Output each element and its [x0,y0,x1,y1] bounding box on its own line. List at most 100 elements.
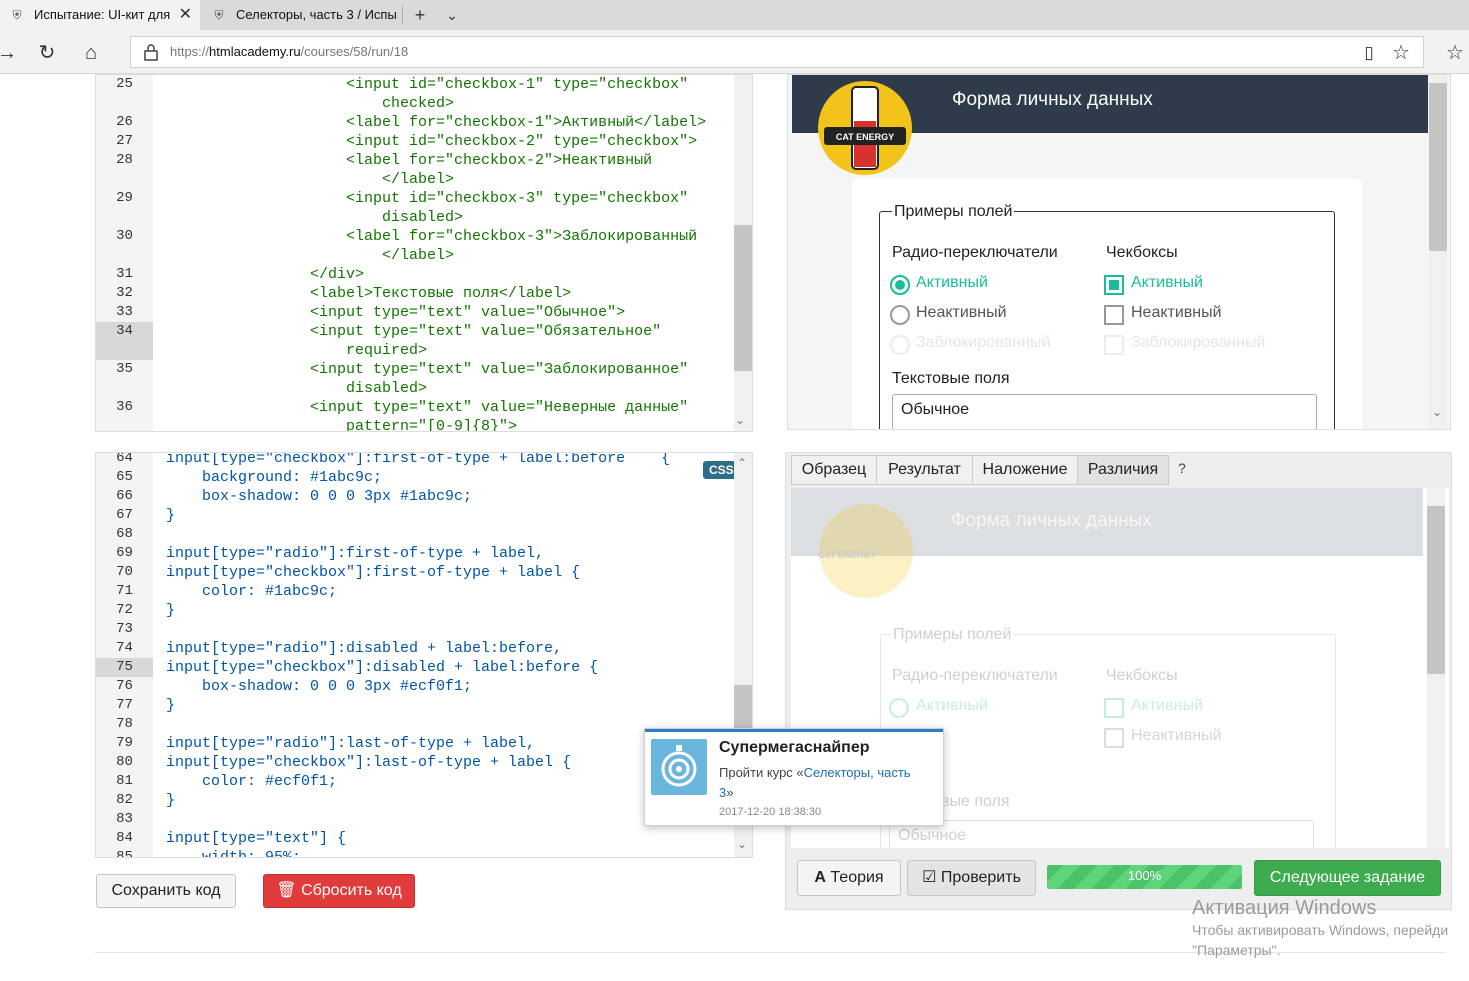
radio-inactive[interactable] [890,305,910,325]
code-line[interactable]: required> [166,341,427,360]
windows-activation-line1: Чтобы активировать Windows, перейди [1192,922,1449,938]
code-line[interactable]: <input id="checkbox-1" type="checkbox" [166,75,688,94]
checkbox-inactive[interactable] [1104,305,1124,325]
scroll-down-icon[interactable]: ⌄ [735,413,745,427]
diff-check-active [1104,698,1124,718]
code-line[interactable]: input[type="checkbox"]:disabled + label:… [166,658,598,677]
code-line[interactable]: color: #ecf0f1; [166,772,337,791]
code-line[interactable]: background: #1abc9c; [166,468,382,487]
scroll-down-icon[interactable]: ⌄ [737,837,747,851]
code-line[interactable]: <input id="checkbox-3" type="checkbox" [166,189,688,208]
preview-title: Форма личных данных [952,89,1153,110]
chevron-down-icon[interactable]: ⌄ [438,0,466,30]
scrollbar-thumb[interactable] [1429,83,1447,251]
line-number: 70 [116,564,133,580]
checkbox-active[interactable] [1104,275,1124,295]
theory-button[interactable]: A Теория [797,860,901,896]
reset-code-button[interactable]: 🗑 Сбросить код [263,874,415,908]
radio-active-label: Активный [916,274,988,291]
code-line[interactable]: disabled> [166,208,463,227]
favorites-icon[interactable]: ☆ [1440,38,1469,68]
scrollbar-thumb[interactable] [1427,506,1445,674]
close-icon[interactable]: ✕ [179,0,192,30]
radio-blocked [890,335,910,355]
code-line[interactable]: box-shadow: 0 0 0 3px #ecf0f1; [166,677,472,696]
help-icon[interactable]: ? [1178,460,1186,476]
code-line[interactable]: </label> [166,246,454,265]
code-line[interactable]: <label for="checkbox-2">Неактивный [166,151,652,170]
progress-bar: 100% [1047,865,1242,889]
line-number: 32 [116,285,133,301]
code-line[interactable]: } [166,791,175,810]
tab-overlay[interactable]: Наложение [972,455,1078,485]
save-code-button[interactable]: Сохранить код [96,874,236,908]
scroll-down-icon[interactable]: ⌄ [1432,405,1442,419]
line-number: 75 [96,658,153,677]
code-line[interactable]: } [166,601,175,620]
browser-tab-2[interactable]: ⛨ Селекторы, часть 3 / Испы [202,0,402,30]
checkbox-heading: Чекбоксы [1106,244,1178,261]
line-number: 66 [116,488,133,504]
preview-panel: Форма личных данных CAT ENERGY Примеры п… [787,74,1451,430]
check-button[interactable]: ☑ Проверить [907,860,1036,896]
code-line[interactable]: <input type="text" value="Обычное"> [166,303,625,322]
code-line[interactable]: pattern="[0-9]{8}"> [166,417,517,431]
code-line[interactable]: <label for="checkbox-1">Активный</label> [166,113,706,132]
new-tab-icon[interactable]: + [406,0,434,30]
line-number: 79 [116,735,133,751]
svg-text:CAT ENERGY: CAT ENERGY [836,132,894,142]
code-line[interactable]: } [166,506,175,525]
code-line[interactable]: input[type="radio"]:first-of-type + labe… [166,544,544,563]
line-number [96,208,153,227]
code-line[interactable]: width: 95%; [166,848,301,857]
shield-icon: ⛨ [214,8,224,22]
checkbox-blocked-label: Заблокированный [1131,334,1266,351]
line-number: 83 [116,811,133,827]
reading-view-icon[interactable]: ▯ [1354,38,1384,68]
code-line[interactable]: box-shadow: 0 0 0 3px #1abc9c; [166,487,472,506]
html-editor[interactable]: ⌄ 25 <input id="checkbox-1" type="checkb… [95,74,753,432]
forward-icon[interactable]: → [0,38,22,68]
text-fields-heading: Текстовые поля [892,370,1010,387]
radio-heading: Радио-переключатели [892,244,1058,261]
code-line[interactable]: </div> [166,265,364,284]
code-line[interactable]: input[type="checkbox"]:first-of-type + l… [166,453,670,468]
scroll-up-icon[interactable]: ⌃ [737,456,747,470]
notification-text: Пройти курс «Селекторы, часть 3» [719,765,911,800]
code-line[interactable]: checked> [166,94,454,113]
browser-tab-1[interactable]: ⛨ Испытание: UI-кит для ✕ [0,0,200,30]
code-line[interactable]: disabled> [166,379,427,398]
font-icon: A [814,869,826,886]
shield-icon: ⛨ [12,8,22,22]
code-line[interactable]: <input type="text" value="Обязательное" [166,322,661,341]
achievement-notification[interactable]: Супермегаснайпер Пройти курс «Селекторы,… [644,728,944,826]
radio-blocked-label: Заблокированный [916,334,1051,351]
star-icon[interactable]: ☆ [1386,38,1416,68]
code-line[interactable]: </label> [166,170,454,189]
text-field-normal[interactable]: Обычное [892,394,1317,429]
code-line[interactable]: <input id="checkbox-2" type="checkbox"> [166,132,697,151]
line-number: 80 [116,754,133,770]
code-line[interactable]: <label>Текстовые поля</label> [166,284,571,303]
scrollbar-thumb[interactable] [734,225,752,371]
line-number: 74 [116,640,133,656]
code-line[interactable]: <input type="text" value="Неверные данны… [166,398,688,417]
code-line[interactable]: input[type="radio"]:last-of-type + label… [166,734,535,753]
radio-active[interactable] [890,275,910,295]
code-line[interactable]: } [166,696,175,715]
home-icon[interactable]: ⌂ [76,38,106,68]
code-line[interactable]: input[type="checkbox"]:first-of-type + l… [166,563,580,582]
code-line[interactable]: input[type="radio"]:disabled + label:bef… [166,639,562,658]
tab-diff[interactable]: Различия [1077,455,1169,485]
code-line[interactable]: input[type="text"] { [166,829,346,848]
tab-sample[interactable]: Образец [791,455,877,485]
line-number: 77 [116,697,133,713]
code-line[interactable]: input[type="checkbox"]:last-of-type + la… [166,753,571,772]
tab-result[interactable]: Результат [876,455,973,485]
next-task-button[interactable]: Следующее задание [1254,860,1441,896]
diff-text-field: Обычное [889,820,1314,848]
refresh-icon[interactable]: ↻ [32,38,62,68]
code-line[interactable]: <label for="checkbox-3">Заблокированный [166,227,697,246]
code-line[interactable]: <input type="text" value="Заблокированно… [166,360,688,379]
code-line[interactable]: color: #1abc9c; [166,582,337,601]
